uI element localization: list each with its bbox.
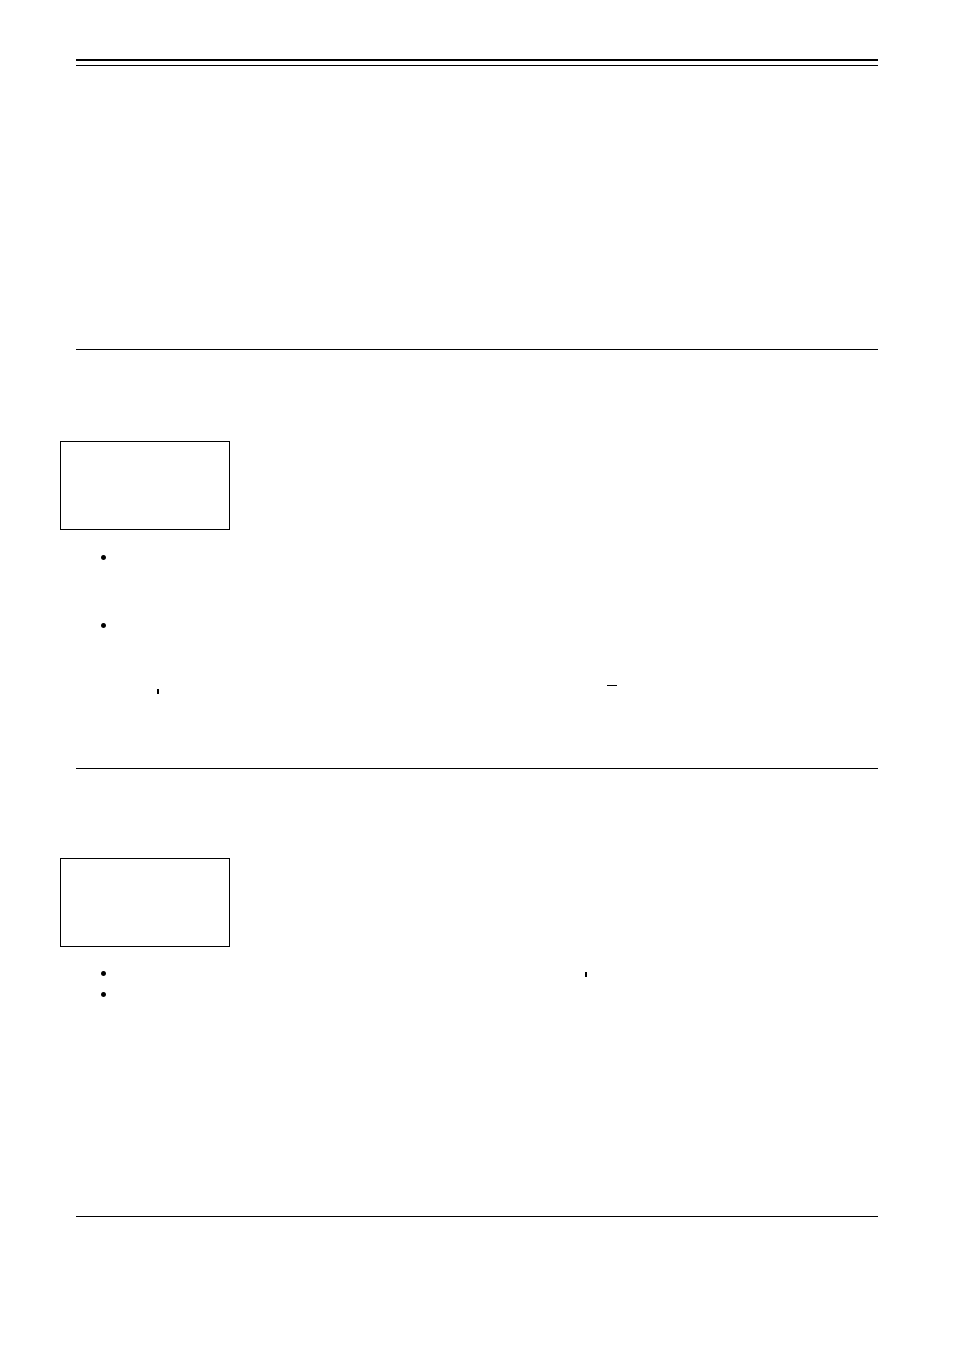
document-page [0, 0, 954, 1349]
tick-mark [585, 972, 587, 977]
bullet-icon [101, 992, 106, 997]
section-divider-1 [76, 349, 878, 350]
bullet-icon [101, 623, 106, 628]
bullet-icon [101, 971, 106, 976]
footer-rule [76, 1216, 878, 1217]
top-double-rule-lower [76, 65, 878, 66]
callout-box-2 [60, 858, 230, 947]
callout-box-1 [60, 441, 230, 530]
section-divider-2 [76, 768, 878, 769]
dash-mark [607, 685, 617, 686]
tick-mark [157, 689, 159, 694]
bullet-icon [101, 555, 106, 560]
top-double-rule-upper [76, 59, 878, 61]
